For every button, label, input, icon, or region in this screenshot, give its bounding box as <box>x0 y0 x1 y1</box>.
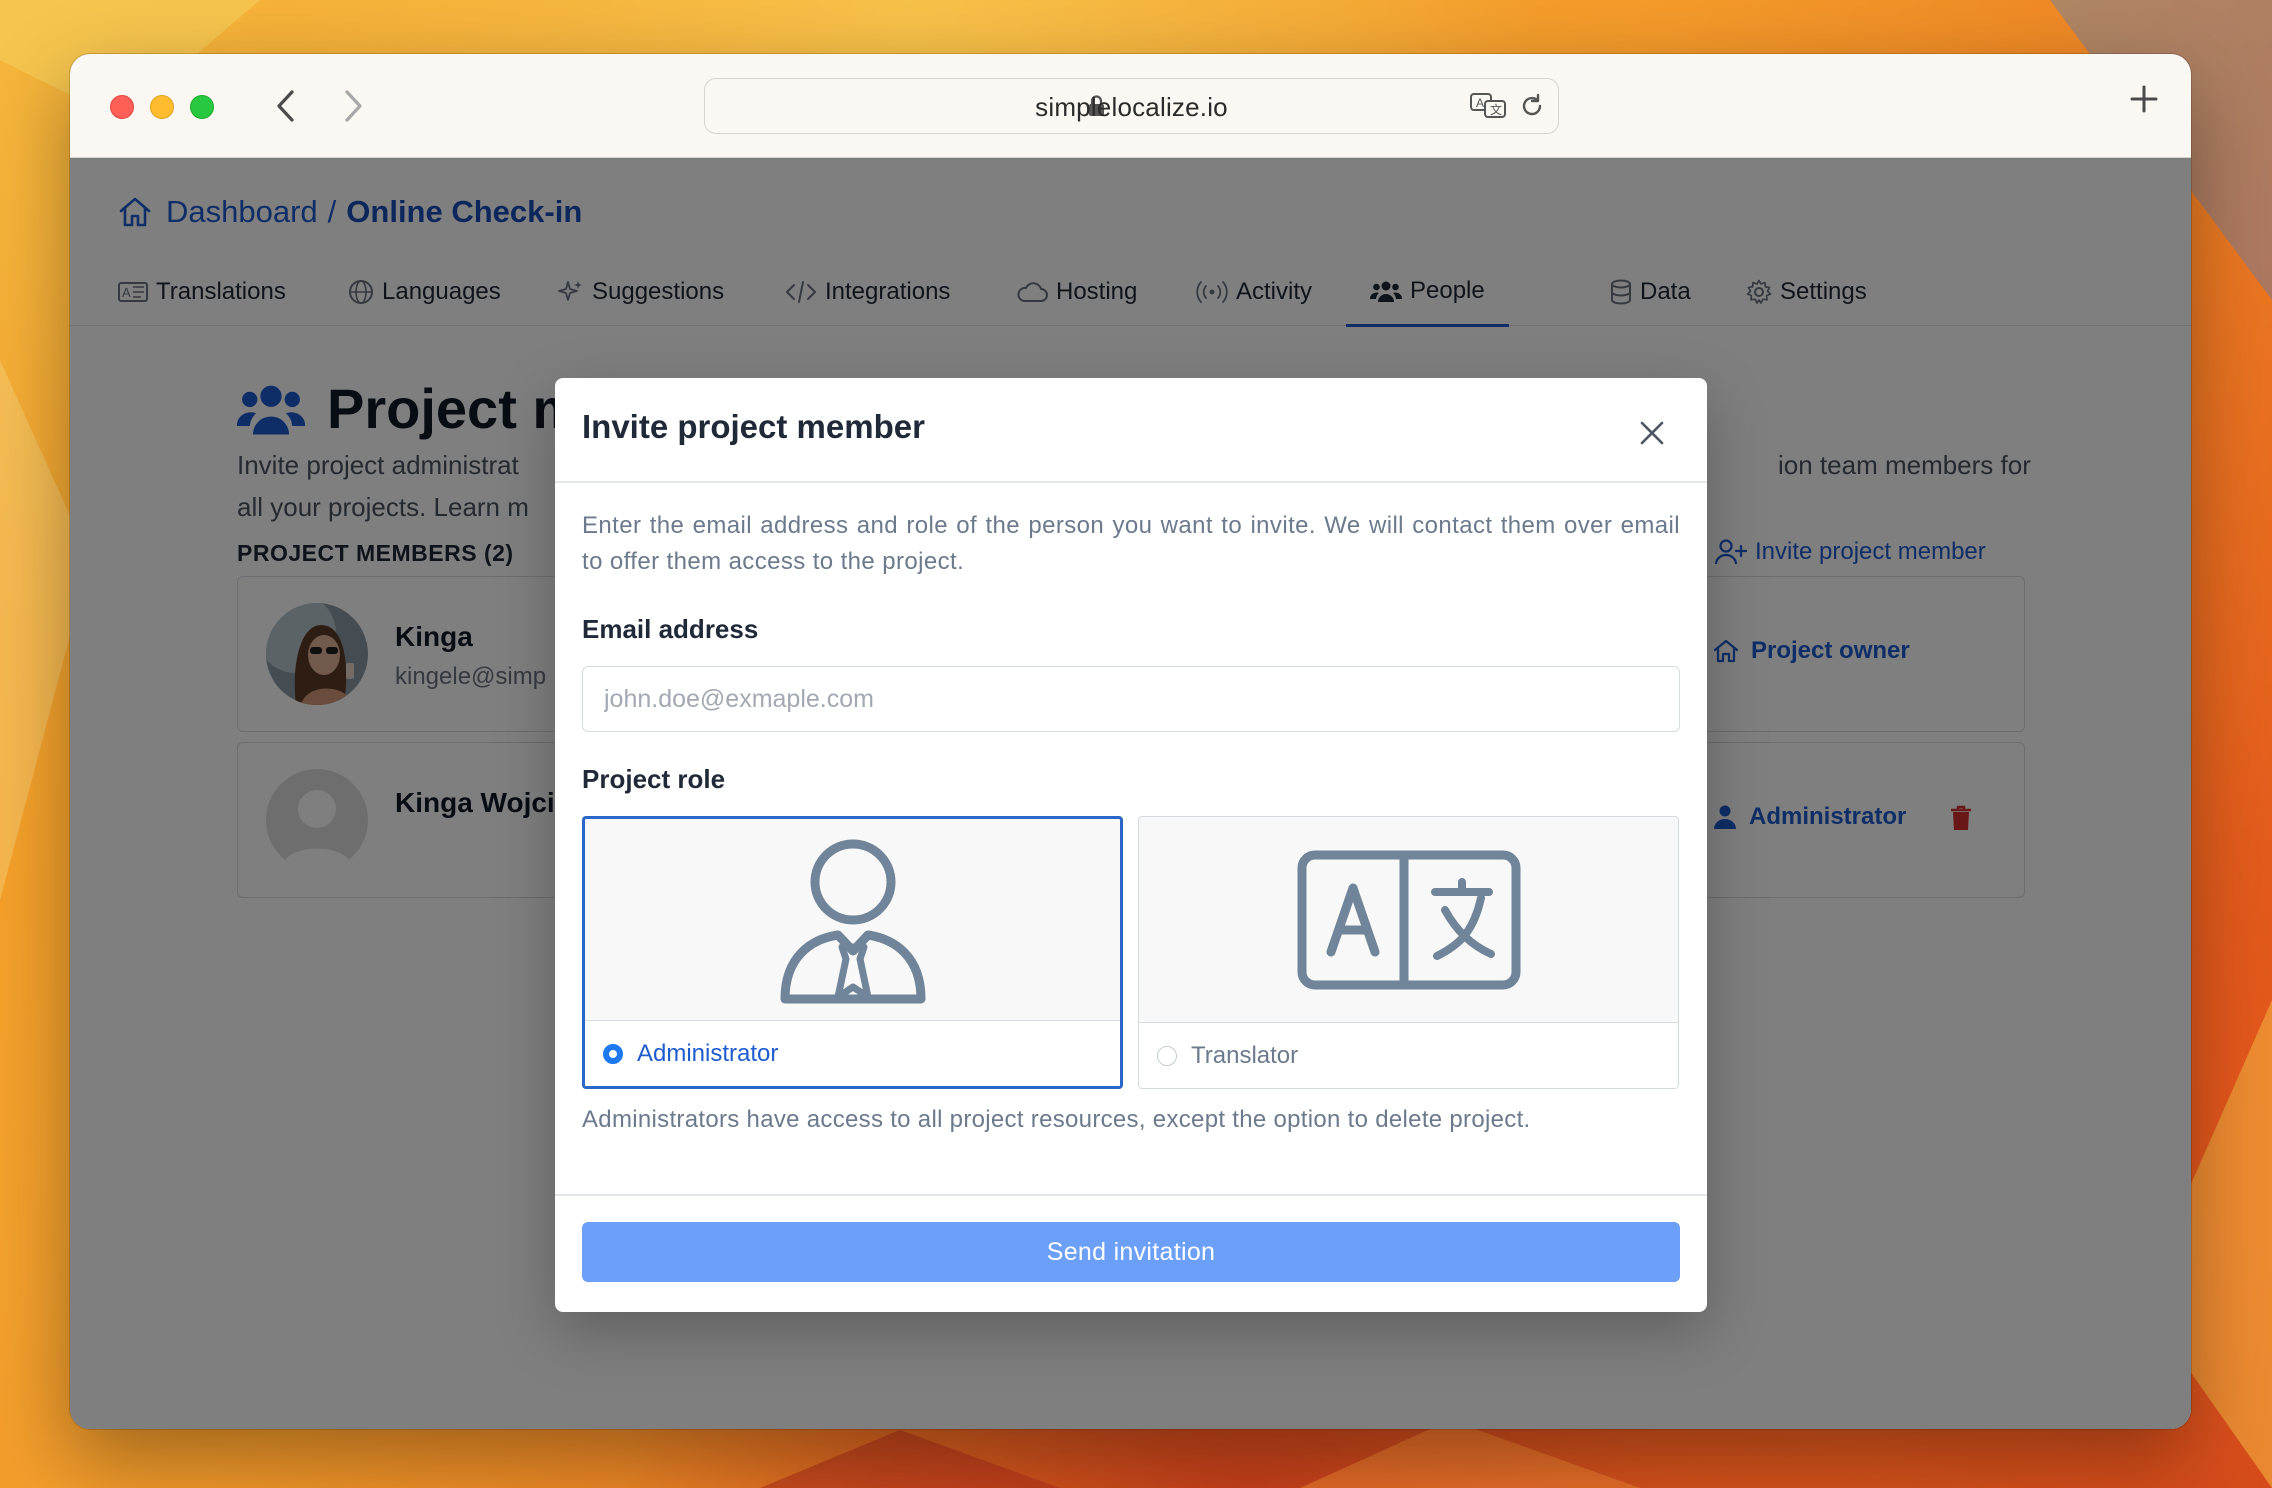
invite-member-modal: Invite project member Enter the email ad… <box>555 378 1707 1312</box>
administrator-icon <box>780 839 925 1003</box>
role-label: Translator <box>1191 1041 1299 1069</box>
svg-text:A: A <box>1476 96 1484 110</box>
address-bar[interactable]: simplelocalize.io A文 <box>704 78 1559 134</box>
zoom-window-button[interactable] <box>190 95 214 119</box>
minimize-window-button[interactable] <box>150 95 174 119</box>
project-role-label: Project role <box>582 764 726 794</box>
svg-text:文: 文 <box>1490 102 1502 117</box>
modal-title: Invite project member <box>582 408 925 445</box>
modal-description: Enter the email address and role of the … <box>582 512 1680 575</box>
url-text: simplelocalize.io <box>1035 92 1228 122</box>
modal-divider <box>555 481 1707 483</box>
forward-button[interactable] <box>332 84 376 128</box>
role-option-administrator[interactable]: Administrator <box>582 816 1123 1089</box>
role-label: Administrator <box>637 1039 779 1067</box>
role-footer: Administrator <box>585 1020 1120 1086</box>
modal-divider <box>555 1194 1707 1196</box>
role-option-translator[interactable]: Translator <box>1138 816 1679 1089</box>
role-description: Administrators have access to all projec… <box>582 1106 1531 1133</box>
chevron-right-icon <box>345 90 362 122</box>
close-window-button[interactable] <box>110 95 134 119</box>
radio-unchecked[interactable] <box>1157 1045 1177 1066</box>
chevron-left-icon <box>277 90 294 122</box>
send-invitation-button[interactable]: Send invitation <box>582 1222 1680 1282</box>
email-input[interactable] <box>582 666 1680 732</box>
close-icon[interactable] <box>1637 418 1667 448</box>
translate-page-icon[interactable]: A文 <box>1470 92 1508 120</box>
browser-toolbar: simplelocalize.io A文 <box>70 54 2191 158</box>
radio-checked[interactable] <box>603 1043 623 1064</box>
reload-icon[interactable] <box>1518 92 1546 120</box>
translator-icon <box>1297 850 1520 989</box>
back-button[interactable] <box>263 84 307 128</box>
role-footer: Translator <box>1139 1022 1678 1088</box>
new-tab-icon[interactable] <box>2129 84 2159 114</box>
email-label: Email address <box>582 614 759 644</box>
role-illustration <box>1139 817 1678 1022</box>
role-illustration <box>585 819 1120 1024</box>
